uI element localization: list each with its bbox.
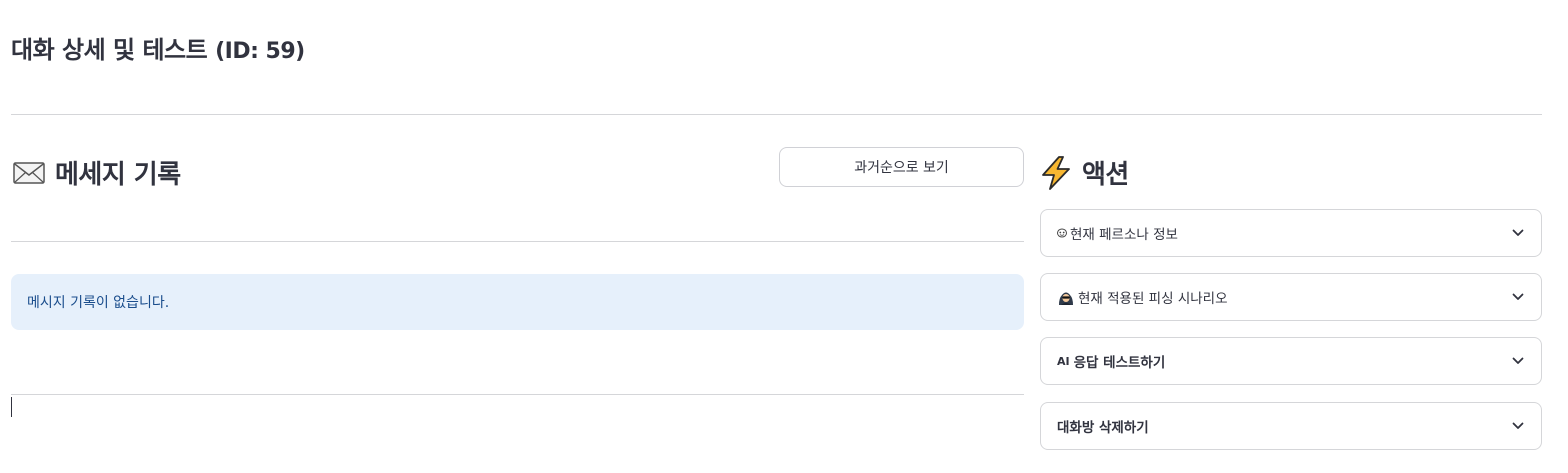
lightning-icon bbox=[1040, 155, 1072, 190]
divider-bottom bbox=[11, 394, 1024, 395]
divider-top bbox=[11, 114, 1542, 115]
conversation-id: (ID: 59) bbox=[215, 39, 305, 64]
hacker-icon bbox=[1057, 288, 1075, 306]
persona-info-label: 현재 페르소나 정보 bbox=[1070, 227, 1178, 243]
page-title: 대화 상세 및 테스트 (ID: 59) bbox=[11, 30, 305, 65]
ai-response-test-label: 응답 테스트하기 bbox=[1073, 355, 1166, 371]
delete-chatroom-expander[interactable]: 대화방 삭제하기 bbox=[1040, 402, 1542, 450]
empty-messages-text: 메시지 기록이 없습니다. bbox=[27, 295, 170, 311]
phishing-scenario-expander[interactable]: 현재 적용된 피싱 시나리오 bbox=[1040, 273, 1542, 321]
messages-heading: 메세지 기록 bbox=[13, 154, 181, 191]
chevron-down-icon bbox=[1511, 226, 1525, 240]
chevron-down-icon bbox=[1511, 419, 1525, 433]
text-cursor bbox=[11, 397, 12, 417]
envelope-icon bbox=[13, 161, 45, 184]
ai-response-test-expander[interactable]: AI 응답 테스트하기 bbox=[1040, 337, 1542, 385]
phishing-scenario-label: 현재 적용된 피싱 시나리오 bbox=[1078, 291, 1228, 307]
mask-icon bbox=[1057, 228, 1067, 238]
sort-oldest-button[interactable]: 과거순으로 보기 bbox=[779, 147, 1024, 187]
messages-title: 메세지 기록 bbox=[55, 160, 181, 190]
delete-chatroom-label: 대화방 삭제하기 bbox=[1057, 420, 1149, 436]
chevron-down-icon bbox=[1511, 354, 1525, 368]
empty-messages-notice: 메시지 기록이 없습니다. bbox=[11, 274, 1024, 330]
divider-messages bbox=[11, 241, 1024, 242]
actions-heading: 액션 bbox=[1040, 154, 1129, 191]
ai-label: AI bbox=[1057, 354, 1070, 368]
page: 대화 상세 및 테스트 (ID: 59) 메세지 기록 과거순으로 보기 메시지… bbox=[0, 0, 1568, 473]
actions-title: 액션 bbox=[1082, 160, 1129, 190]
chevron-down-icon bbox=[1511, 290, 1525, 304]
page-title-text: 대화 상세 및 테스트 bbox=[11, 36, 208, 64]
persona-info-expander[interactable]: 현재 페르소나 정보 bbox=[1040, 209, 1542, 257]
